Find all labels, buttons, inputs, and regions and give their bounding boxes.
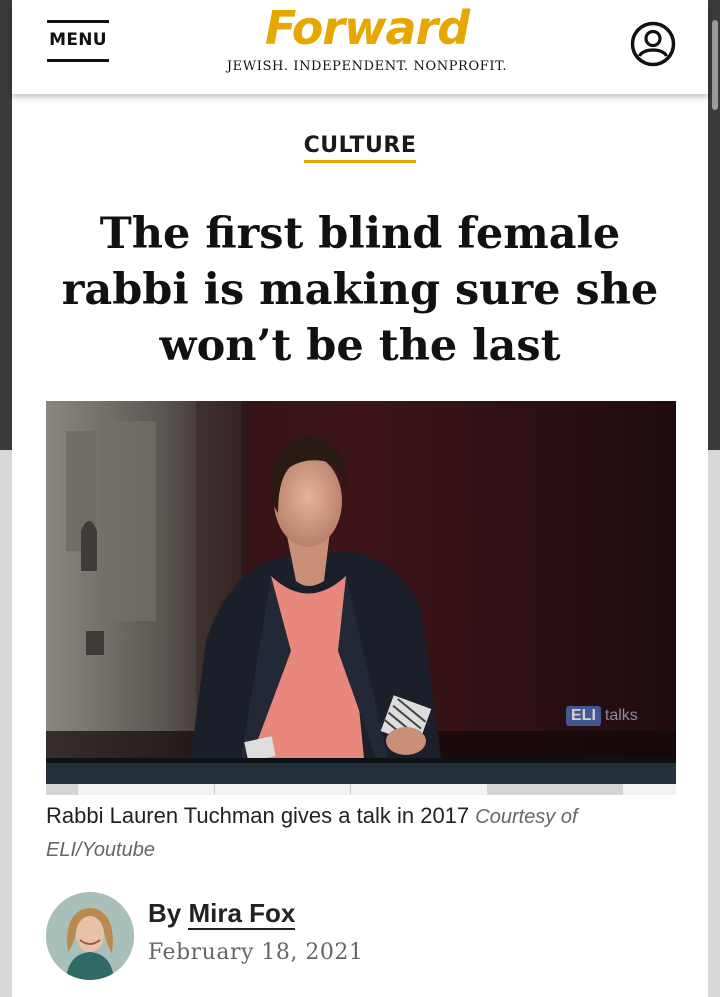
eli-talks-text: talks (604, 707, 638, 724)
author-link[interactable]: Mira Fox (188, 898, 296, 930)
menu-button[interactable]: MENU (47, 20, 109, 62)
hero-video-still[interactable]: ELI talks (46, 401, 676, 758)
publish-date: February 18, 2021 (148, 940, 364, 965)
category-link[interactable]: CULTURE (303, 133, 417, 163)
hero-image (46, 401, 676, 758)
video-thumbnail-strip (46, 784, 676, 795)
menu-bar-bottom (47, 59, 109, 62)
eli-talks-watermark: ELI talks (566, 706, 638, 726)
author-avatar[interactable] (46, 892, 134, 980)
menu-bar-top (47, 20, 109, 23)
image-caption: Rabbi Lauren Tuchman gives a talk in 201… (46, 800, 676, 866)
category-row: CULTURE (0, 133, 720, 163)
author-photo (46, 892, 134, 980)
forward-logo[interactable]: Forward (262, 2, 472, 54)
caption-text: Rabbi Lauren Tuchman gives a talk in 201… (46, 803, 470, 828)
site-tagline: JEWISH. INDEPENDENT. NONPROFIT. (226, 59, 508, 74)
video-control-bar[interactable] (46, 758, 676, 784)
user-circle-icon (630, 21, 676, 67)
byline-prefix: By (148, 898, 182, 928)
article-headline: The first blind female rabbi is making s… (61, 209, 659, 371)
menu-label: MENU (49, 30, 107, 50)
byline: By Mira Fox (148, 898, 296, 930)
account-button[interactable] (630, 21, 676, 67)
site-header: MENU Forward JEWISH. INDEPENDENT. NONPRO… (12, 0, 708, 94)
scrollbar-thumb[interactable] (712, 20, 718, 110)
eli-badge: ELI (566, 706, 601, 726)
